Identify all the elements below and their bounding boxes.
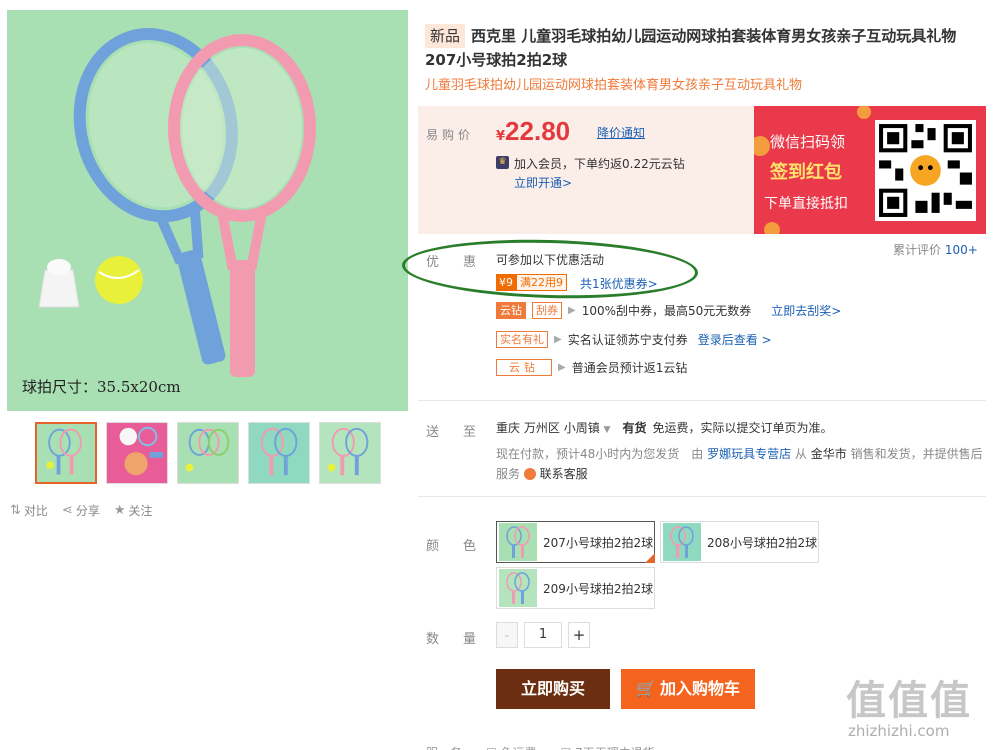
divider (418, 400, 986, 401)
compare-button[interactable]: ⇅ 对比 (10, 502, 48, 519)
price-label: 易购价 (426, 128, 475, 142)
star-icon: ★ (113, 503, 126, 518)
color-option-label: 209小号球拍2拍2球 (543, 581, 654, 596)
color-swatch-thumb (663, 523, 701, 561)
price-panel: 易购价 ¥22.80 降价通知 ♛ 加入会员，下单约返0.22元云钻 立即开通>… (418, 106, 986, 234)
add-to-cart-button[interactable]: 🛒 加入购物车 (621, 669, 755, 709)
share-icon: ⋖ (61, 503, 73, 518)
new-badge: 新品 (425, 24, 466, 48)
chevron-down-icon: ▼ (603, 425, 611, 435)
qr-code-icon (875, 120, 976, 221)
contact-service-link[interactable]: 联系客服 (540, 467, 588, 481)
buy-now-button[interactable]: 立即购买 (496, 669, 610, 709)
banner-line-1: 微信扫码领 (770, 133, 846, 151)
main-product-image: 球拍尺寸：35.5x20cm (7, 10, 408, 411)
color-option-label: 207小号球拍2拍2球 (543, 535, 654, 550)
add-to-cart-label: 加入购物车 (659, 679, 740, 698)
triangle-right-icon: ▶ (568, 305, 576, 316)
color-swatch-thumb (499, 569, 537, 607)
shipping-label: 送至 (426, 425, 501, 440)
divider (418, 496, 986, 497)
quantity-label: 数量 (426, 632, 501, 647)
price-number: 22.80 (505, 116, 571, 146)
product-tools: ⇅ 对比 ⋖ 分享 ★ 关注 (10, 502, 153, 519)
triangle-right-icon: ▶ (558, 362, 566, 373)
compare-icon: ⇅ (10, 503, 21, 518)
thumbnail-strip (35, 422, 381, 484)
color-label: 颜色 (426, 539, 501, 554)
product-photo-illustration (7, 10, 408, 411)
review-count[interactable]: 累计评价 100+ (893, 241, 978, 258)
currency-symbol: ¥ (496, 129, 506, 144)
vip-open-link[interactable]: 立即开通> (514, 174, 572, 191)
share-button[interactable]: ⋖ 分享 (62, 502, 100, 519)
site-watermark: 值值值 zhizhizhi.com (842, 664, 992, 748)
thumbnail-5[interactable] (319, 422, 381, 484)
quantity-stepper: - 1 + (496, 622, 590, 648)
wechat-signin-banner[interactable]: 微信扫码领 签到红包 下单直接抵扣 (754, 106, 986, 234)
stock-status: 有货 (622, 421, 647, 435)
watermark-logo: 值值值 (846, 678, 972, 724)
color-swatch-thumb (499, 523, 537, 561)
review-label: 累计评价 (893, 243, 942, 257)
price-drop-notice-link[interactable]: 降价通知 (597, 124, 645, 141)
promo-tag-yunzuan-2: 云钻 (496, 359, 552, 376)
review-number: 100+ (944, 243, 978, 257)
thumbnail-4[interactable] (248, 422, 310, 484)
product-title: 新品 西克里 儿童羽毛球拍幼儿园运动网球拍套装体育男女孩亲子互动玩具礼物 207小… (425, 24, 985, 72)
size-caption: 球拍尺寸：35.5x20cm (22, 378, 181, 396)
qr-code (875, 120, 976, 221)
vip-icon: ♛ (496, 156, 509, 169)
scratch-link[interactable]: 立即去刮奖> (771, 302, 841, 319)
color-option-label: 208小号球拍2拍2球 (707, 535, 818, 550)
promo-text-realname: 实名认证领苏宁支付券 (567, 333, 688, 347)
highlight-annotation (401, 236, 699, 302)
promo-tag-realname: 实名有礼 (496, 331, 548, 348)
login-view-link[interactable]: 登录后查看 > (698, 331, 772, 348)
color-option-207[interactable]: 207小号球拍2拍2球 (496, 521, 655, 563)
vip-text: 加入会员，下单约返0.22元云钻 (514, 157, 685, 171)
promo-row-realname: 实名有礼 ▶ 实名认证领苏宁支付券 登录后查看 > (496, 331, 772, 348)
promo-row-yunzuan: 云钻 ▶ 普通会员预计返1云钻 (496, 359, 687, 376)
shipping-note: 现在付款，预计48小时内为您发货 由 罗娜玩具专营店 从 金华市 销售和发货，并… (496, 447, 983, 481)
service-row-partial: 服 务 ☑ 免运费 ☑ 7天无理由退货 (426, 744, 686, 750)
cart-icon: 🛒 (636, 679, 656, 698)
product-subtitle: 儿童羽毛球拍幼儿园运动网球拍套装体育男女孩亲子互动玩具礼物 (425, 78, 803, 93)
promo-tag-scratch: 刮券 (532, 302, 562, 319)
promo-tag-yunzuan: 云钻 (496, 302, 526, 319)
selected-check-icon (645, 553, 655, 563)
location-selector[interactable]: 重庆 万州区 小周镇 ▼ (496, 419, 610, 436)
banner-line-2: 签到红包 (770, 162, 842, 183)
thumbnail-2[interactable] (106, 422, 168, 484)
shipping-fee: 免运费，实际以提交订单页为准。 (652, 421, 833, 435)
promo-row-scratch: 云钻 刮券 ▶ 100%刮中券，最高50元无数券 立即去刮奖> (496, 302, 841, 319)
product-title-text: 西克里 儿童羽毛球拍幼儿园运动网球拍套装体育男女孩亲子互动玩具礼物 207小号球… (425, 27, 957, 69)
price-value: ¥22.80 (496, 116, 570, 147)
quantity-input[interactable]: 1 (524, 622, 562, 648)
follow-label: 关注 (128, 504, 153, 518)
thumbnail-1[interactable] (35, 422, 97, 484)
follow-button[interactable]: ★ 关注 (114, 502, 153, 519)
watermark-url: zhizhizhi.com (848, 722, 950, 740)
banner-line-3: 下单直接抵扣 (764, 196, 848, 212)
share-label: 分享 (75, 504, 100, 518)
color-option-209[interactable]: 209小号球拍2拍2球 (496, 567, 655, 609)
customer-service-icon (523, 468, 536, 480)
quantity-minus-button[interactable]: - (496, 622, 518, 648)
triangle-right-icon: ▶ (554, 334, 562, 345)
color-option-208[interactable]: 208小号球拍2拍2球 (660, 521, 819, 563)
compare-label: 对比 (23, 504, 48, 518)
store-link[interactable]: 罗娜玩具专营店 (707, 447, 791, 461)
promo-text-scratch: 100%刮中券，最高50元无数券 (581, 304, 752, 318)
promo-text-yunzuan: 普通会员预计返1云钻 (571, 361, 688, 375)
thumbnail-3[interactable] (177, 422, 239, 484)
shipping-location: 重庆 万州区 小周镇 ▼ 有货 免运费，实际以提交订单页为准。 (496, 419, 832, 436)
quantity-plus-button[interactable]: + (568, 622, 590, 648)
